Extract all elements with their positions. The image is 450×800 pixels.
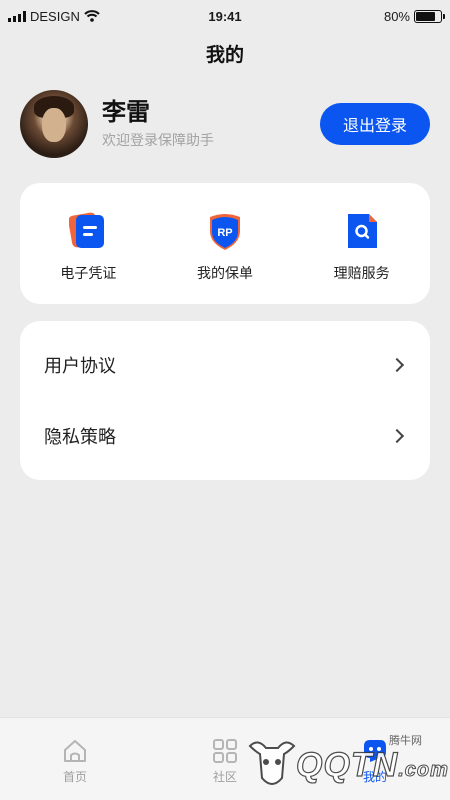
battery-icon	[414, 9, 445, 23]
shortcuts-card: 电子凭证 RP 我的保单 理赔服务	[20, 183, 430, 304]
signal-icon	[8, 10, 26, 22]
tab-home[interactable]: 首页	[0, 718, 150, 800]
policy-shield-icon: RP	[210, 214, 240, 250]
shortcut-claim-service[interactable]: 理赔服务	[293, 183, 430, 304]
shortcut-e-certificate[interactable]: 电子凭证	[20, 183, 157, 304]
shortcut-label: 我的保单	[197, 266, 253, 282]
chevron-right-icon	[389, 357, 405, 372]
chevron-right-icon	[389, 428, 405, 443]
tab-label: 首页	[62, 770, 87, 784]
shortcut-label: 理赔服务	[333, 266, 390, 282]
grid-icon	[213, 739, 237, 763]
shortcut-label: 电子凭证	[60, 266, 117, 282]
home-icon	[64, 740, 86, 762]
status-bar: DESIGN 19:41 80%	[0, 0, 450, 32]
avatar[interactable]	[20, 90, 88, 158]
user-name: 李雷	[102, 98, 150, 126]
policy-icon-text: RP	[217, 227, 232, 239]
battery-group: 80%	[383, 8, 445, 24]
watermark-logo: 腾牛网 QQTN.com	[244, 728, 448, 796]
menu-item-label: 用户协议	[44, 355, 116, 377]
claim-search-icon	[347, 214, 377, 248]
menu-item-privacy-policy[interactable]: 隐私策略	[20, 400, 430, 471]
settings-menu-card: 用户协议 隐私策略	[20, 321, 430, 480]
tab-label: 社区	[212, 770, 237, 784]
page-title: 我的	[205, 44, 244, 66]
watermark-ox-icon	[248, 741, 296, 785]
user-subtitle: 欢迎登录保障助手	[102, 133, 214, 149]
battery-percent: 80%	[383, 8, 410, 24]
shortcut-my-policy[interactable]: RP 我的保单	[157, 183, 294, 304]
watermark-main: QQTN	[295, 745, 399, 784]
watermark-suffix: .com	[398, 759, 449, 782]
logout-button[interactable]: 退出登录	[320, 103, 430, 145]
carrier-label: DESIGN	[30, 8, 80, 24]
carrier-group: DESIGN	[8, 9, 100, 24]
profile-section: 李雷 欢迎登录保障助手 退出登录	[20, 88, 430, 158]
e-certificate-icon	[69, 212, 105, 248]
menu-item-label: 隐私策略	[44, 426, 116, 448]
wifi-icon	[84, 10, 100, 22]
watermark-text: QQTN.com	[295, 745, 449, 785]
menu-item-user-agreement[interactable]: 用户协议	[20, 329, 430, 400]
